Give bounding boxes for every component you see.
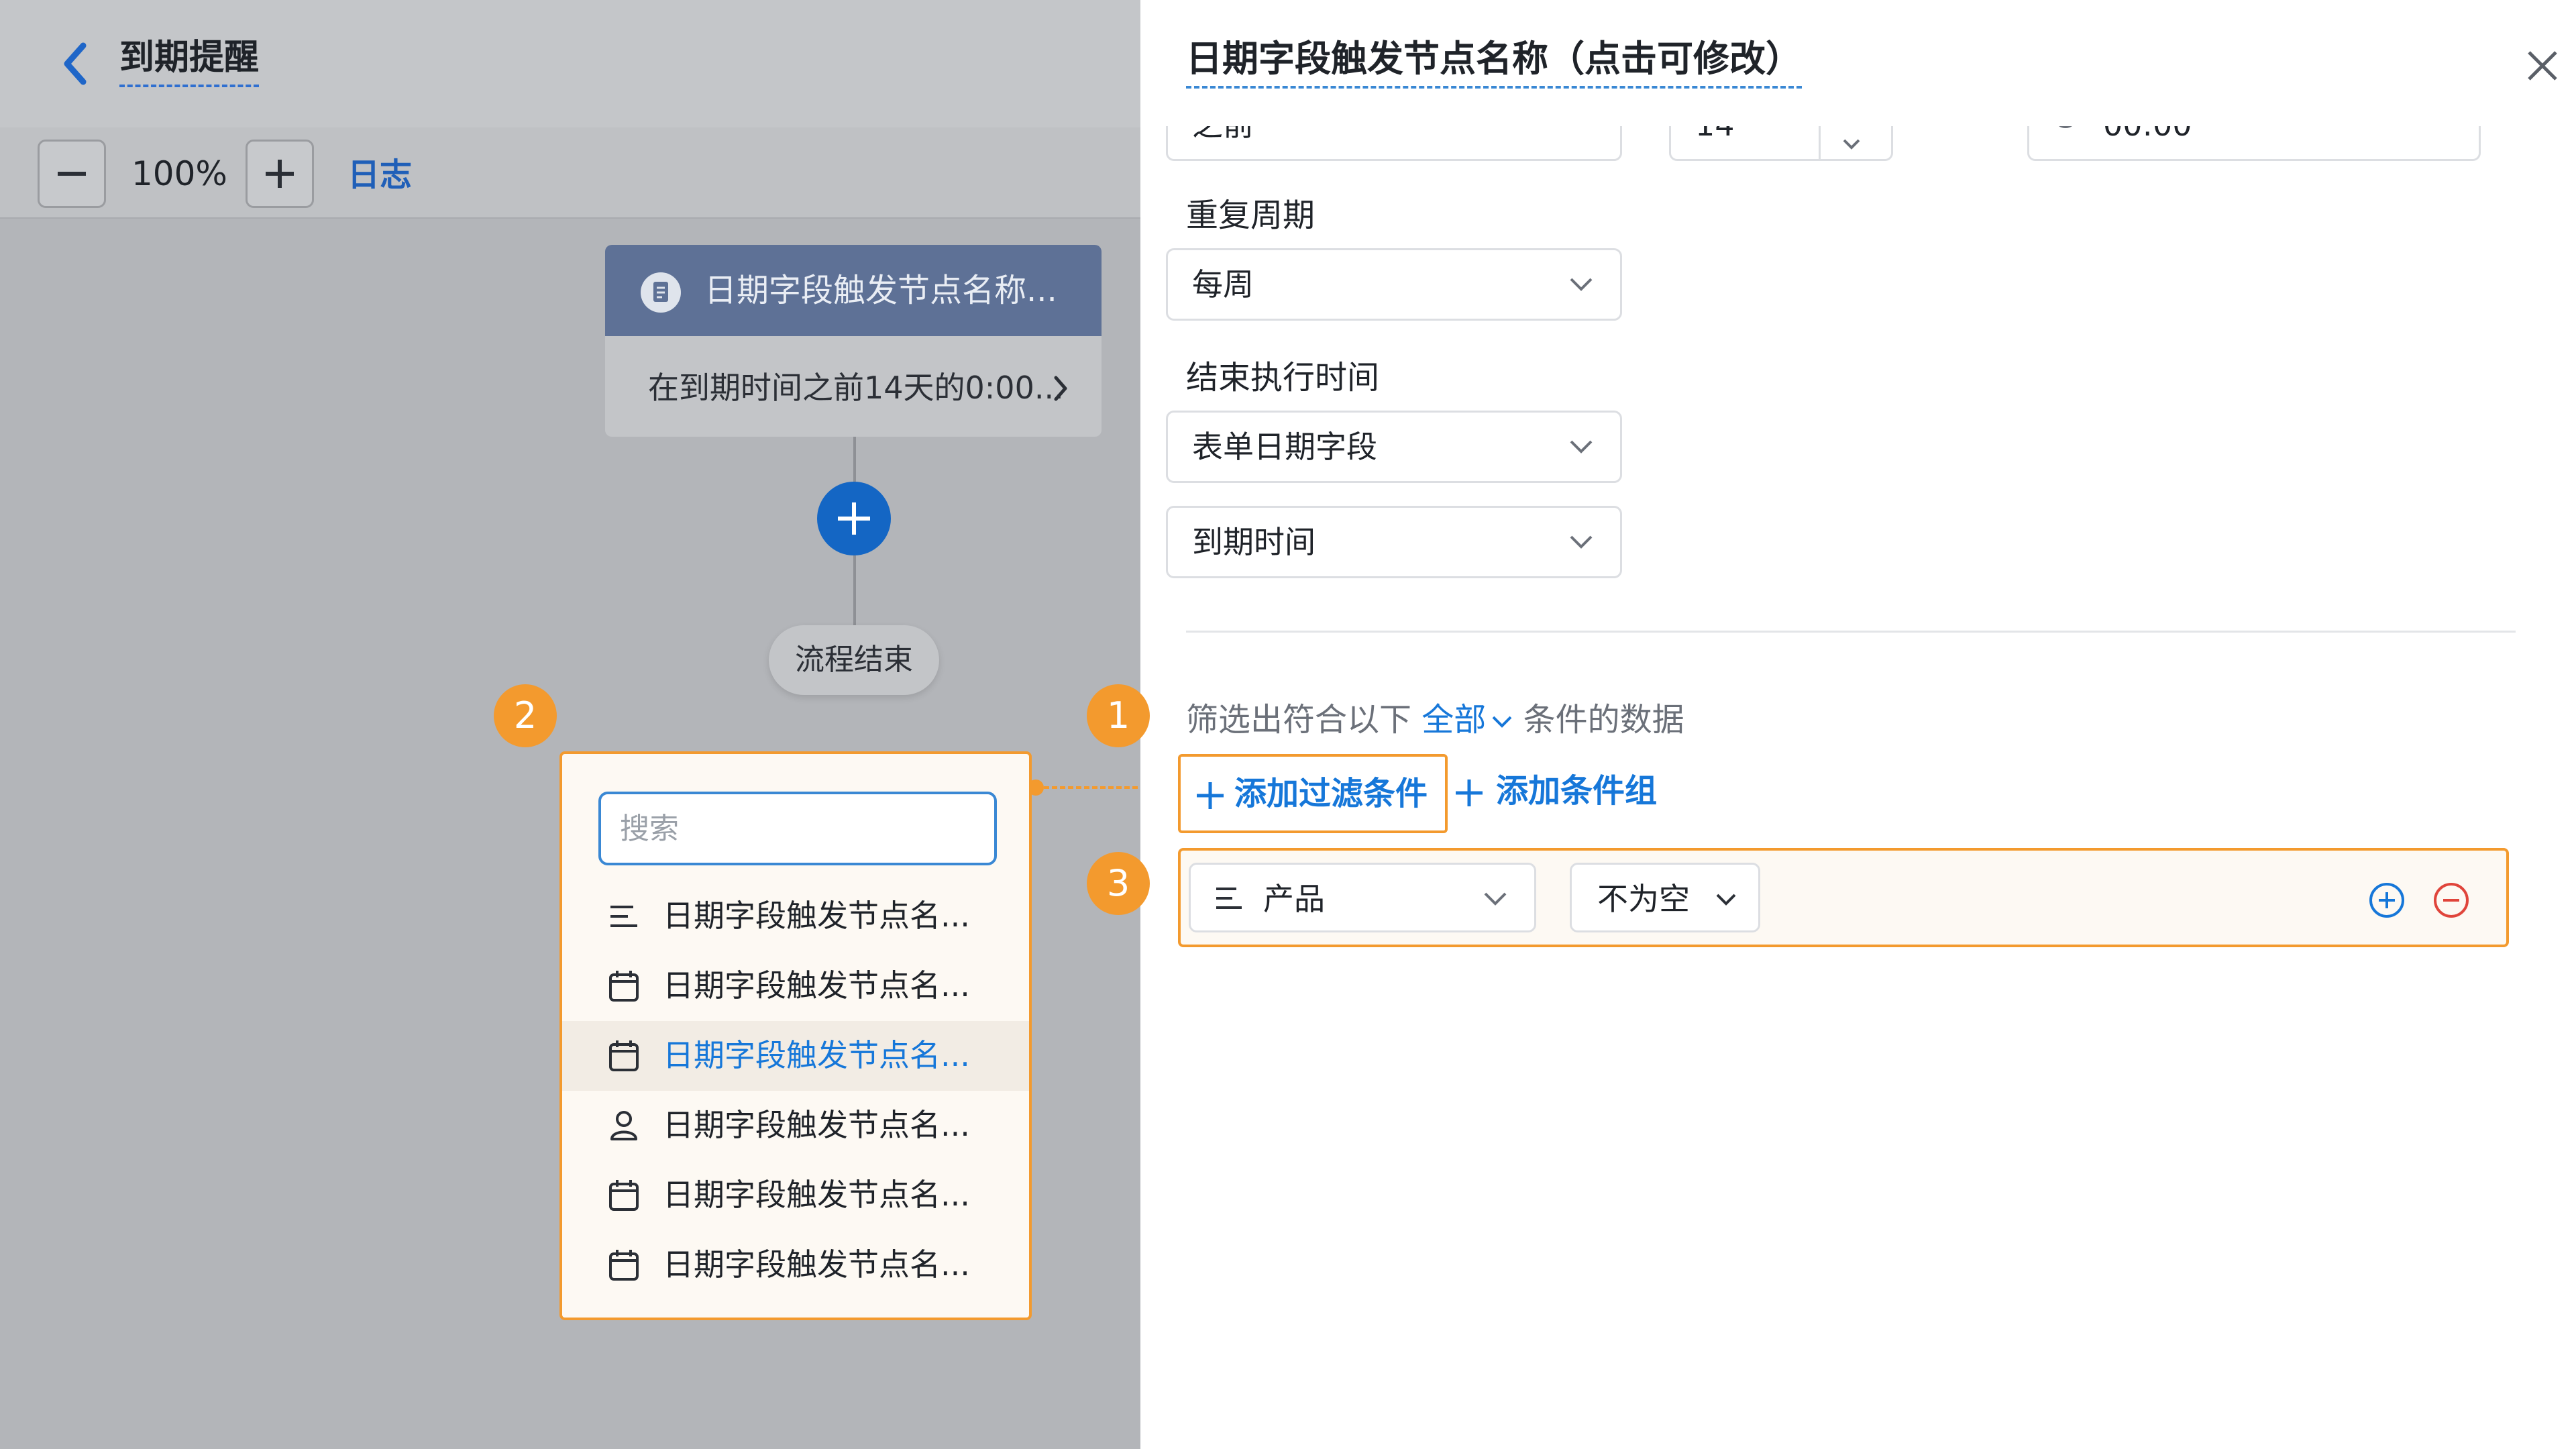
trigger-offset-row: 之前 14 天 00:00: [1140, 126, 2576, 161]
chevron-down-icon: [1569, 535, 1593, 549]
list-item[interactable]: 日期字段触发节点名...: [562, 1091, 1029, 1161]
step-badge-3: 3: [1087, 852, 1150, 915]
days-unit-label: 天: [1927, 126, 1957, 136]
remove-circle-icon[interactable]: [2432, 881, 2470, 919]
minus-icon: [58, 172, 86, 176]
list-item-label: 日期字段触发节点名...: [663, 1037, 970, 1073]
before-after-select[interactable]: 之前: [1166, 126, 1622, 161]
node-config-panel: 日期字段触发节点名称（点击可修改） 之前 14 天 00:00 重复周期 每周 …: [1140, 0, 2576, 1449]
calendar-icon: [606, 1178, 641, 1213]
chevron-down-icon: [1715, 893, 1737, 906]
add-circle-icon[interactable]: [2368, 881, 2406, 919]
flow-canvas: 到期提醒 100% 日志 日期字段触发节点名称... 在到期时间之前14天的0:…: [0, 0, 1140, 1449]
step-badge-2: 2: [494, 684, 557, 747]
condition-operator-select[interactable]: 不为空: [1570, 863, 1760, 932]
time-value: 00:00: [2103, 126, 2192, 148]
section-divider: [1186, 631, 2516, 633]
step-badge-1: 1: [1087, 684, 1150, 747]
search-input[interactable]: [598, 792, 997, 865]
add-node-button[interactable]: [817, 482, 891, 555]
filter-condition-row: 产品 不为空: [1178, 848, 2509, 947]
list-item[interactable]: 日期字段触发节点名...: [562, 1230, 1029, 1300]
end-time-field-select[interactable]: 到期时间: [1166, 506, 1622, 578]
page-title[interactable]: 到期提醒: [119, 32, 260, 87]
calendar-icon: [606, 969, 641, 1004]
clock-icon: [2052, 126, 2079, 129]
chevron-down-icon: [1569, 439, 1593, 454]
condition-field-value: 产品: [1263, 881, 1325, 917]
panel-title[interactable]: 日期字段触发节点名称（点击可修改）: [1186, 34, 1802, 89]
calendar-icon: [606, 1248, 641, 1283]
select-value: 到期时间: [1192, 524, 1316, 560]
document-icon: [640, 272, 682, 313]
text-lines-icon: [606, 899, 641, 934]
select-value: 之前: [1192, 126, 1254, 148]
chevron-right-icon: [1052, 375, 1069, 402]
filter-mode-value: 全部: [1421, 701, 1487, 739]
chevron-down-icon: [1483, 892, 1507, 906]
list-item-label: 日期字段触发节点名...: [663, 898, 970, 934]
select-value: 每周: [1192, 266, 1254, 303]
add-filter-button[interactable]: 添加过滤条件: [1178, 754, 1448, 833]
days-stepper[interactable]: 14: [1669, 126, 1893, 161]
add-condition-group-button[interactable]: 添加条件组: [1453, 754, 1674, 833]
zoom-level: 100%: [131, 154, 227, 193]
calendar-icon: [606, 1038, 641, 1073]
user-icon: [606, 1108, 641, 1143]
zoom-in-button[interactable]: [246, 140, 314, 208]
plus-icon: [838, 502, 870, 535]
repeat-cycle-select[interactable]: 每周: [1166, 248, 1622, 321]
condition-operator-value: 不为空: [1597, 881, 1690, 917]
repeat-cycle-label: 重复周期: [1186, 197, 1316, 234]
log-link[interactable]: 日志: [347, 152, 412, 199]
flow-connector: [853, 437, 856, 482]
chevron-down-icon: [1569, 277, 1593, 292]
list-item-label: 日期字段触发节点名...: [663, 1177, 970, 1213]
flow-end-node: 流程结束: [769, 625, 939, 695]
list-item[interactable]: 日期字段触发节点名...: [562, 951, 1029, 1021]
plus-icon: [266, 160, 294, 188]
plus-icon: [1456, 780, 1483, 806]
close-icon[interactable]: [2524, 47, 2561, 85]
trigger-node-header: 日期字段触发节点名称...: [605, 245, 1102, 336]
plus-icon: [1197, 782, 1224, 809]
trigger-node-card[interactable]: 日期字段触发节点名称... 在到期时间之前14天的0:00...: [605, 245, 1102, 437]
trigger-node-title: 日期字段触发节点名称...: [704, 272, 1057, 309]
back-arrow-icon[interactable]: [59, 38, 91, 90]
stepper-value: 14: [1695, 126, 1735, 148]
trigger-node-summary: 在到期时间之前14天的0:00...: [648, 370, 1064, 406]
list-item-selected[interactable]: 日期字段触发节点名...: [562, 1021, 1029, 1091]
select-value: 表单日期字段: [1192, 429, 1377, 465]
list-item[interactable]: 日期字段触发节点名...: [562, 881, 1029, 951]
list-item-label: 日期字段触发节点名...: [663, 1246, 970, 1283]
chevron-down-icon[interactable]: [1841, 138, 1862, 151]
zoom-toolbar: 100% 日志: [0, 127, 1140, 219]
list-item-label: 日期字段触发节点名...: [663, 1107, 970, 1143]
list-item-label: 日期字段触发节点名...: [663, 967, 970, 1004]
stepper-divider: [1819, 126, 1821, 161]
canvas-header: 到期提醒: [0, 0, 1140, 127]
condition-field-select[interactable]: 产品: [1189, 863, 1536, 932]
time-picker[interactable]: 00:00: [2027, 126, 2481, 161]
list-item[interactable]: 日期字段触发节点名...: [562, 1161, 1029, 1230]
chevron-down-icon: [1492, 716, 1512, 728]
filter-prefix: 筛选出符合以下: [1186, 701, 1412, 739]
flow-connector: [853, 555, 856, 625]
leader-line: [1044, 786, 1140, 789]
zoom-out-button[interactable]: [38, 140, 106, 208]
filter-suffix: 条件的数据: [1523, 701, 1684, 739]
filter-description: 筛选出符合以下 全部 条件的数据: [1186, 696, 1684, 743]
filter-mode-select[interactable]: 全部: [1421, 701, 1513, 739]
add-filter-label: 添加过滤条件: [1234, 775, 1428, 812]
field-select-dropdown: 日期字段触发节点名... 日期字段触发节点名... 日期字段触发节点名... 日…: [559, 751, 1032, 1320]
text-lines-icon: [1214, 883, 1244, 914]
add-group-label: 添加条件组: [1496, 772, 1658, 810]
end-time-label: 结束执行时间: [1186, 359, 1380, 396]
end-time-source-select[interactable]: 表单日期字段: [1166, 411, 1622, 483]
